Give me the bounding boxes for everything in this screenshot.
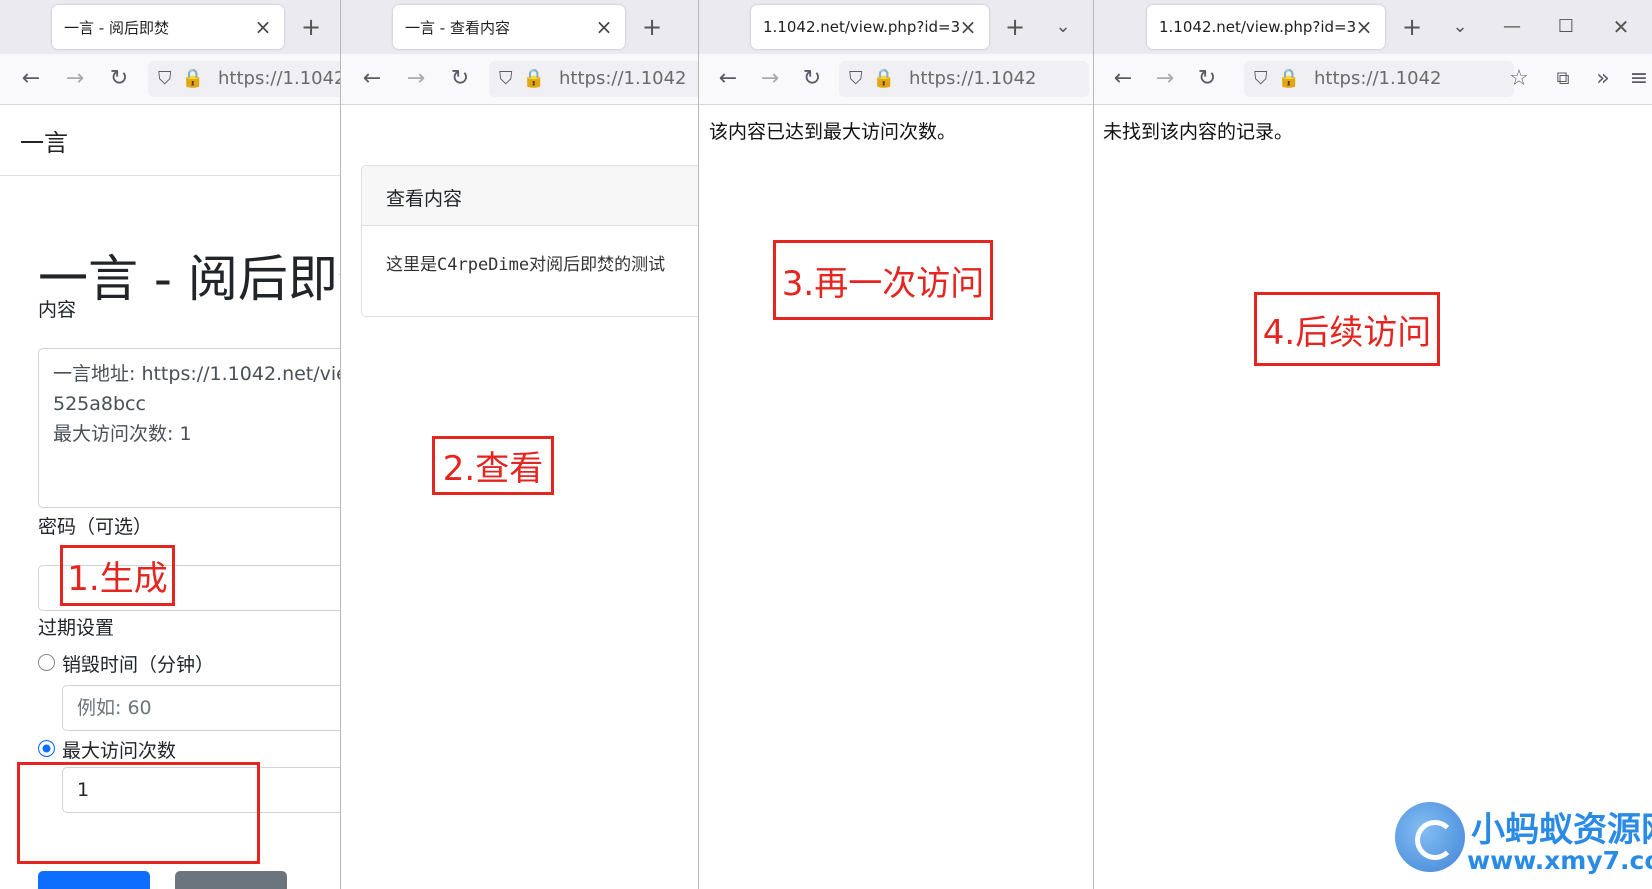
address-bar[interactable]: ⛉🔒 https://1.1042 [148, 61, 341, 97]
card-body: 这里是C4rpeDime对阅后即焚的测试 [362, 226, 698, 299]
close-icon[interactable]: × [1355, 15, 1373, 39]
expiry-label: 过期设置 [38, 617, 115, 639]
forward-icon[interactable]: → [755, 64, 785, 94]
forward-icon[interactable]: → [1150, 64, 1180, 94]
close-window-icon[interactable]: ✕ [1606, 12, 1636, 42]
forward-icon[interactable]: → [401, 64, 431, 94]
content-label: 内容 [38, 299, 77, 321]
url-text: https://1.1042 [218, 68, 341, 89]
site-header: 一言 [0, 105, 340, 176]
password-label: 密码（可选） [38, 516, 153, 538]
status-message: 该内容已达到最大访问次数。 [709, 121, 957, 143]
browser-window-4: 1.1042.net/view.php?id=32 × + ⌄ — ☐ ✕ ← … [1094, 0, 1652, 889]
page-content: 查看内容 这里是C4rpeDime对阅后即焚的测试 [341, 105, 698, 889]
tab-title: 1.1042.net/view.php?id=32 [763, 18, 959, 36]
annotation-step-1: 1.生成 [60, 545, 175, 606]
lock-icon: ⛉🔒 [1254, 68, 1310, 89]
content-textarea[interactable]: 一言地址: https://1.1042.net/view 525a8bcc 最… [38, 348, 340, 508]
nav-toolbar: ← → ↻ ⛉🔒 https://1.1042 [341, 54, 698, 105]
back-icon[interactable]: ← [357, 64, 387, 94]
reload-icon[interactable]: ↻ [797, 64, 827, 94]
address-bar[interactable]: ⛉🔒 https://1.1042 [489, 61, 698, 97]
card-text-suffix: 对阅后即焚的测试 [529, 255, 666, 275]
watermark-title: 小蚂蚁资源网 [1471, 810, 1652, 850]
annotation-highlight-max-visits [17, 762, 260, 864]
reload-icon[interactable]: ↻ [1192, 64, 1222, 94]
reload-icon[interactable]: ↻ [104, 64, 134, 94]
tab-bar: 一言 - 阅后即焚 × + [0, 0, 340, 54]
card-text-name: C4rpeDime [437, 255, 530, 275]
nav-toolbar: ← → ↻ ⛉🔒 https://1.1042 ☆ ⧉ » ≡ [1094, 54, 1652, 105]
page-content: 该内容已达到最大访问次数。 [699, 105, 1093, 889]
tab-title: 一言 - 查看内容 [405, 18, 510, 37]
address-bar[interactable]: ⛉🔒 https://1.1042 [1244, 61, 1514, 97]
back-icon[interactable]: ← [1108, 64, 1138, 94]
option-visits-label: 最大访问次数 [62, 740, 177, 762]
radio-destroy-time[interactable] [38, 654, 55, 671]
close-icon[interactable]: × [254, 15, 272, 39]
url-text: https://1.1042 [1314, 68, 1442, 89]
close-icon[interactable]: × [959, 15, 977, 39]
chevron-down-icon[interactable]: ⌄ [1445, 12, 1475, 42]
tab-bar: 1.1042.net/view.php?id=32 × + ⌄ [699, 0, 1093, 54]
watermark-url: www.xmy7.com [1467, 846, 1652, 875]
card-text-prefix: 这里是 [386, 255, 437, 275]
site-brand[interactable]: 一言 [20, 123, 68, 158]
watermark-logo-icon [1395, 802, 1465, 872]
lock-icon: ⛉🔒 [499, 68, 555, 89]
view-card: 查看内容 这里是C4rpeDime对阅后即焚的测试 [361, 165, 698, 317]
minimize-icon[interactable]: — [1497, 12, 1527, 42]
radio-max-visits[interactable] [38, 740, 55, 757]
watermark: 小蚂蚁资源网 www.xmy7.com [1395, 800, 1652, 889]
extensions-icon[interactable]: ⧉ [1548, 64, 1578, 94]
lock-icon: ⛉🔒 [158, 68, 214, 89]
browser-window-1: 一言 - 阅后即焚 × + ← → ↻ ⛉🔒 https://1.1042 一言 … [0, 0, 341, 889]
annotation-step-2: 2.查看 [432, 436, 554, 495]
overflow-icon[interactable]: » [1588, 64, 1618, 94]
status-message: 未找到该内容的记录。 [1103, 121, 1294, 143]
maximize-icon[interactable]: ☐ [1551, 12, 1581, 42]
browser-tab[interactable]: 一言 - 阅后即焚 × [52, 5, 284, 49]
page-title: 一言 - 阅后即焚 [38, 250, 340, 308]
lock-icon: ⛉🔒 [849, 68, 905, 89]
page-content: 未找到该内容的记录。 [1094, 105, 1652, 889]
browser-tab[interactable]: 1.1042.net/view.php?id=32 × [751, 5, 989, 49]
address-bar[interactable]: ⛉🔒 https://1.1042 [839, 61, 1089, 97]
new-tab-icon[interactable]: + [1000, 12, 1030, 42]
tab-title: 1.1042.net/view.php?id=32 [1159, 18, 1355, 36]
destroy-minutes-input[interactable]: 例如: 60 [62, 685, 340, 731]
browser-tab[interactable]: 一言 - 查看内容 × [393, 5, 625, 49]
bookmark-star-icon[interactable]: ☆ [1504, 64, 1534, 94]
nav-toolbar: ← → ↻ ⛉🔒 https://1.1042 [699, 54, 1093, 105]
url-text: https://1.1042 [909, 68, 1037, 89]
new-tab-icon[interactable]: + [296, 12, 326, 42]
reload-icon[interactable]: ↻ [445, 64, 475, 94]
new-tab-icon[interactable]: + [1397, 12, 1427, 42]
browser-window-3: 1.1042.net/view.php?id=32 × + ⌄ ← → ↻ ⛉🔒… [699, 0, 1094, 889]
tab-title: 一言 - 阅后即焚 [64, 18, 169, 37]
card-header: 查看内容 [362, 166, 698, 226]
back-icon[interactable]: ← [713, 64, 743, 94]
url-text: https://1.1042 [559, 68, 687, 89]
browser-tab[interactable]: 1.1042.net/view.php?id=32 × [1147, 5, 1385, 49]
chevron-down-icon[interactable]: ⌄ [1048, 12, 1078, 42]
menu-icon[interactable]: ≡ [1624, 64, 1652, 94]
annotation-step-3: 3.再一次访问 [773, 240, 993, 320]
tab-bar: 1.1042.net/view.php?id=32 × + ⌄ — ☐ ✕ [1094, 0, 1652, 54]
back-icon[interactable]: ← [16, 64, 46, 94]
close-icon[interactable]: × [595, 15, 613, 39]
nav-toolbar: ← → ↻ ⛉🔒 https://1.1042 [0, 54, 340, 105]
new-tab-icon[interactable]: + [637, 12, 667, 42]
option-time-label: 销毁时间（分钟） [62, 654, 215, 676]
generate-button[interactable] [38, 871, 150, 889]
reset-button[interactable] [175, 871, 287, 889]
forward-icon[interactable]: → [60, 64, 90, 94]
annotation-step-4: 4.后续访问 [1254, 292, 1440, 366]
tab-bar: 一言 - 查看内容 × + [341, 0, 698, 54]
